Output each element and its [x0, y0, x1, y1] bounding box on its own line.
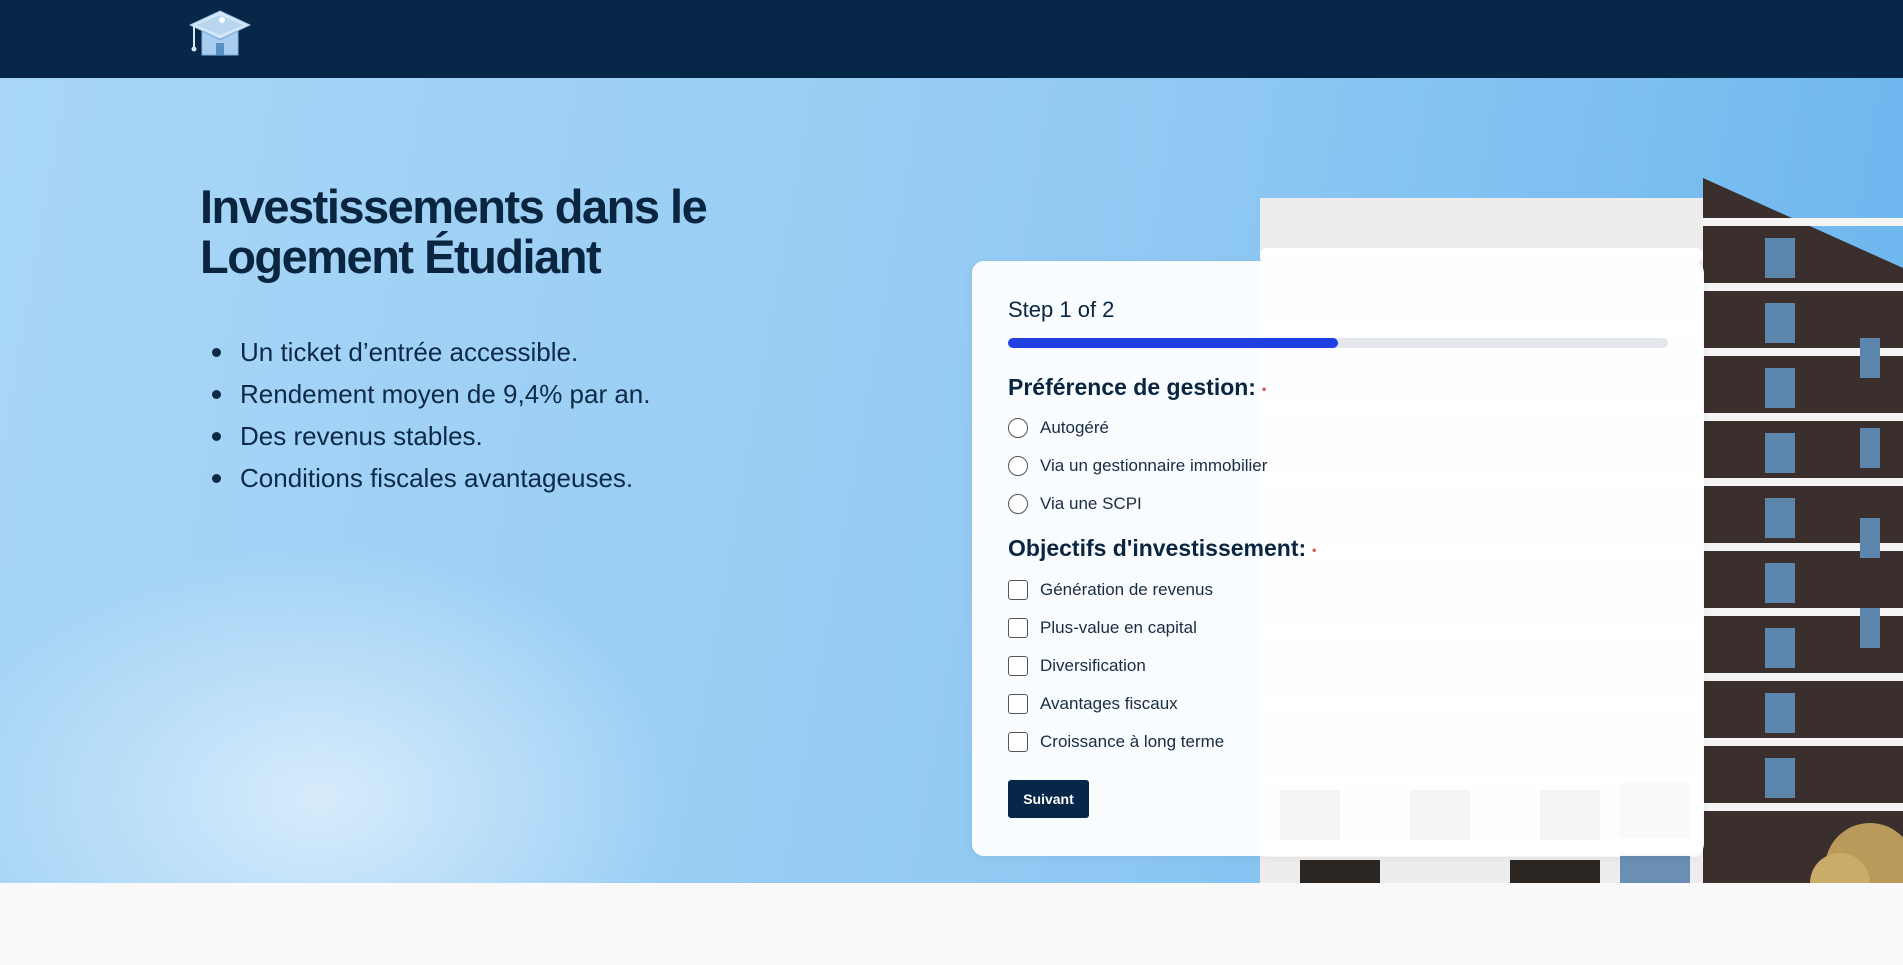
page-title: Investissements dans le Logement Étudian… — [200, 180, 708, 283]
option-label: Via un gestionnaire immobilier — [1040, 456, 1268, 475]
option-label: Via une SCPI — [1040, 494, 1142, 513]
progress-bar — [1008, 338, 1668, 348]
required-marker: • — [1312, 542, 1317, 557]
list-item: Des revenus stables. — [211, 415, 650, 457]
option-label: Croissance à long terme — [1040, 732, 1225, 751]
list-item: Conditions fiscales avantageuses. — [211, 457, 650, 499]
checkbox[interactable] — [1008, 694, 1028, 714]
checkbox-plus-value[interactable]: Plus-value en capital — [1008, 616, 1197, 640]
benefits-list: Un ticket d’entrée accessible. Rendement… — [211, 331, 650, 499]
investment-objectives-title: Objectifs d'investissement: — [1008, 535, 1307, 561]
top-navbar — [0, 0, 1903, 78]
checkbox-diversification[interactable]: Diversification — [1008, 654, 1146, 678]
radio-autogere[interactable]: Autogéré — [1008, 416, 1109, 440]
checkbox-revenus[interactable]: Génération de revenus — [1008, 578, 1213, 602]
option-label: Diversification — [1040, 656, 1146, 675]
list-item: Rendement moyen de 9,4% par an. — [211, 373, 650, 415]
progress-bar-fill — [1008, 338, 1338, 348]
checkbox[interactable] — [1008, 618, 1028, 638]
option-label: Plus-value en capital — [1040, 618, 1197, 637]
checkbox-croissance[interactable]: Croissance à long terme — [1008, 730, 1224, 754]
option-label: Génération de revenus — [1040, 580, 1213, 599]
checkbox[interactable] — [1008, 656, 1028, 676]
investment-objectives-label: Objectifs d'investissement: • — [1008, 535, 1316, 562]
next-button[interactable]: Suivant — [1008, 780, 1089, 818]
radio-button[interactable] — [1008, 418, 1028, 438]
step-indicator: Step 1 of 2 — [1008, 297, 1115, 322]
footer-area — [0, 883, 1903, 965]
option-label: Autogéré — [1040, 418, 1109, 437]
option-label: Avantages fiscaux — [1040, 694, 1178, 713]
radio-scpi[interactable]: Via une SCPI — [1008, 492, 1142, 516]
checkbox[interactable] — [1008, 580, 1028, 600]
checkbox-avantages-fiscaux[interactable]: Avantages fiscaux — [1008, 692, 1178, 716]
management-preference-label: Préférence de gestion: • — [1008, 374, 1266, 401]
investment-form-card: Step 1 of 2 Préférence de gestion: • Auto… — [972, 261, 1704, 856]
checkbox[interactable] — [1008, 732, 1028, 752]
management-preference-title: Préférence de gestion: — [1008, 374, 1256, 400]
required-marker: • — [1261, 381, 1267, 396]
hero-section: Investissements dans le Logement Étudian… — [0, 78, 1903, 883]
graduation-cap-house-icon[interactable] — [188, 9, 252, 63]
radio-gestionnaire[interactable]: Via un gestionnaire immobilier — [1008, 454, 1267, 478]
radio-button[interactable] — [1008, 456, 1028, 476]
list-item: Un ticket d’entrée accessible. — [211, 331, 650, 373]
radio-button[interactable] — [1008, 494, 1028, 514]
